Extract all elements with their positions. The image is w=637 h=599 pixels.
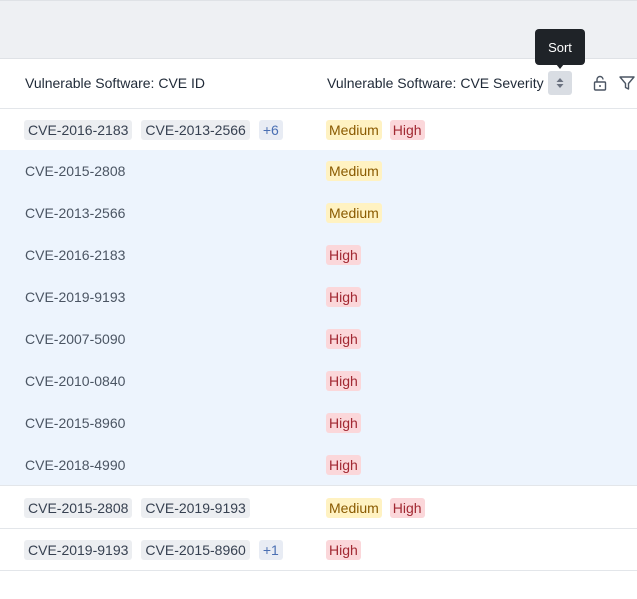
cve-chip: CVE-2015-8960 (141, 539, 250, 560)
cve-id-cell: CVE-2019-9193 CVE-2015-8960 +1 (24, 529, 292, 570)
cve-id-cell: CVE-2015-2808 CVE-2019-9193 (24, 487, 259, 528)
cve-chip: CVE-2013-2566 (141, 119, 250, 140)
more-count-badge[interactable]: +6 (258, 119, 283, 140)
more-count-badge[interactable]: +1 (258, 539, 283, 560)
severity-badge-high: High (389, 497, 425, 518)
severity-badge-high: High (326, 413, 361, 433)
sort-tooltip: Sort (535, 29, 585, 65)
severity-badge-medium: Medium (326, 119, 382, 140)
table-row-detail[interactable]: CVE-2013-2566 Medium (0, 192, 637, 234)
severity-badge-high: High (326, 539, 361, 560)
cve-chip: CVE-2019-9193 (141, 497, 250, 518)
severity-badge-high: High (326, 245, 361, 265)
table-row-detail[interactable]: CVE-2019-9193 High (0, 276, 637, 318)
table-row-group[interactable]: CVE-2016-2183 CVE-2013-2566 +6 Medium Hi… (0, 109, 637, 151)
table-row-detail[interactable]: CVE-2018-4990 High (0, 444, 637, 486)
cve-id: CVE-2015-2808 (25, 163, 126, 179)
severity-badge-high: High (326, 454, 361, 475)
severity-badge-medium: Medium (326, 161, 382, 181)
severity-badge-high: High (389, 119, 425, 140)
unlock-icon (593, 75, 607, 91)
cve-id: CVE-2013-2566 (25, 205, 126, 221)
cve-id-cell: CVE-2016-2183 CVE-2013-2566 +6 (24, 109, 292, 150)
cve-chip: CVE-2016-2183 (24, 119, 133, 140)
cve-id: CVE-2016-2183 (25, 247, 126, 263)
table-row-detail[interactable]: CVE-2016-2183 High (0, 234, 637, 276)
cve-chip: CVE-2015-2808 (24, 497, 133, 518)
table-row-detail[interactable]: CVE-2015-8960 High (0, 402, 637, 444)
sort-icon (556, 78, 564, 88)
table-row-detail[interactable]: CVE-2010-0840 High (0, 360, 637, 402)
cve-id: CVE-2018-4990 (25, 456, 126, 473)
severity-badge-high: High (326, 329, 361, 349)
cve-id: CVE-2007-5090 (25, 331, 126, 347)
sort-tooltip-arrow (556, 64, 564, 69)
severity-badge-high: High (326, 371, 361, 391)
cve-id: CVE-2019-9193 (25, 289, 126, 305)
unlock-column-button[interactable] (591, 74, 609, 92)
column-header-cve-id[interactable]: Vulnerable Software: CVE ID (25, 75, 205, 91)
cve-id: CVE-2015-8960 (25, 415, 126, 431)
column-header-cve-severity[interactable]: Vulnerable Software: CVE Severity (327, 75, 544, 91)
table-header-row: Vulnerable Software: CVE ID Vulnerable S… (0, 59, 637, 109)
severity-cell: High (326, 529, 369, 570)
filter-button[interactable] (618, 74, 636, 92)
severity-cell: Medium High (326, 487, 433, 528)
sort-button[interactable] (548, 71, 572, 95)
severity-badge-medium: Medium (326, 203, 382, 223)
table-row-group[interactable]: CVE-2019-9193 CVE-2015-8960 +1 High (0, 529, 637, 571)
cve-id: CVE-2010-0840 (25, 373, 126, 389)
filter-icon (619, 76, 635, 90)
cve-chip: CVE-2019-9193 (24, 539, 133, 560)
severity-badge-high: High (326, 287, 361, 307)
severity-badge-medium: Medium (326, 497, 382, 518)
table-row-group[interactable]: CVE-2015-2808 CVE-2019-9193 Medium High (0, 487, 637, 529)
table-row-detail[interactable]: CVE-2007-5090 High (0, 318, 637, 360)
table-row-detail[interactable]: CVE-2015-2808 Medium (0, 150, 637, 192)
severity-cell: Medium High (326, 109, 433, 150)
